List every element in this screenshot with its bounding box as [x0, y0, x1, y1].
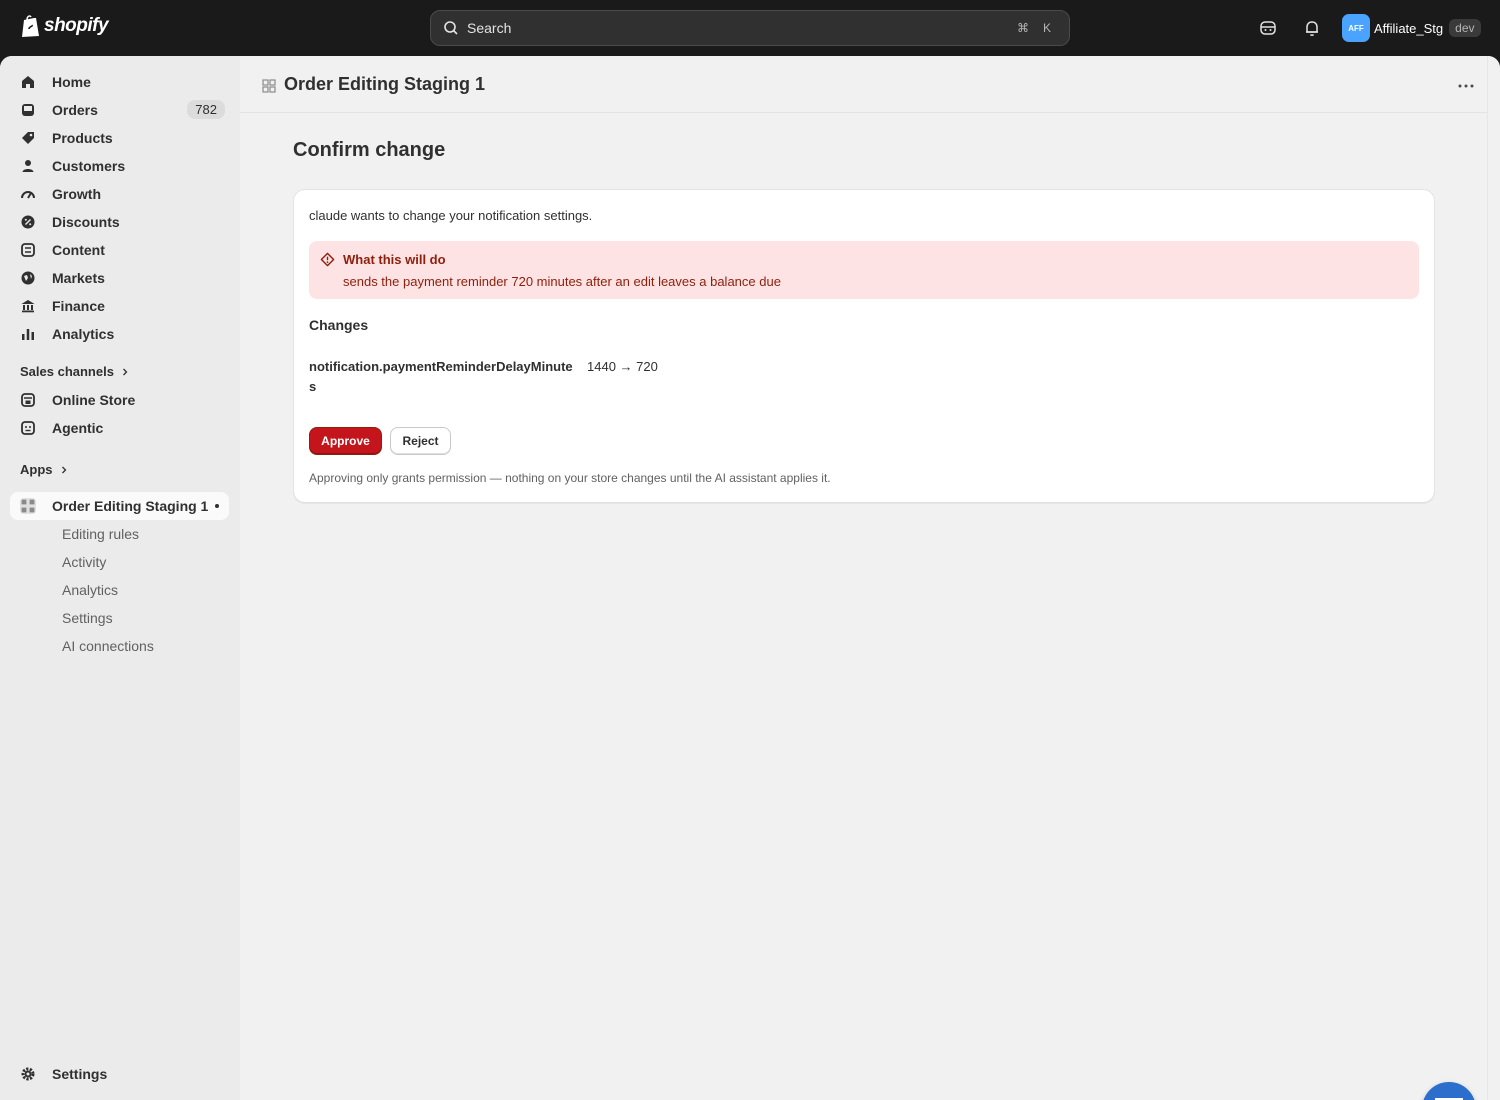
sidebar-item-label: Analytics [52, 326, 115, 342]
shopify-wordmark: shopify [44, 15, 109, 36]
sidebar-item-label: Content [52, 242, 105, 258]
scrollbar[interactable] [1487, 56, 1500, 1100]
globe-icon [21, 271, 35, 285]
shortcut-k-key: K [1042, 21, 1051, 35]
sidebar-item-label: Orders [52, 102, 98, 118]
approval-footnote: Approving only grants permission — nothi… [309, 471, 831, 485]
sidebar-item-online-store[interactable]: Online Store [10, 386, 229, 414]
sales-channels-header[interactable]: Sales channels [20, 364, 130, 379]
app-icon [262, 79, 276, 93]
sidebar-subitem-settings[interactable]: Settings [10, 604, 229, 632]
sidebar-item-finance[interactable]: Finance [10, 292, 229, 320]
store-name: Affiliate_Stg [1374, 20, 1444, 36]
approve-button[interactable]: Approve [309, 427, 382, 455]
sidebar-item-label: Products [52, 130, 113, 146]
banner-title: What this will do [343, 252, 446, 267]
person-icon [22, 160, 34, 172]
search-icon [444, 21, 458, 35]
sidebar-item-home[interactable]: Home [10, 68, 229, 96]
sidebar-subitem-analytics[interactable]: Analytics [10, 576, 229, 604]
sidebar: Home Orders 782 Products Customers Growt… [0, 56, 240, 1100]
sidebar-item-products[interactable]: Products [10, 124, 229, 152]
changes-heading: Changes [309, 317, 369, 333]
admin-frame: Home Orders 782 Products Customers Growt… [0, 56, 1500, 1100]
sidebar-item-growth[interactable]: Growth [10, 180, 229, 208]
sidebar-item-label: Discounts [52, 214, 120, 230]
discount-icon [21, 215, 35, 229]
account-menu[interactable]: AFF Affiliate_Stg dev [1342, 14, 1481, 42]
sidebar-item-discounts[interactable]: Discounts [10, 208, 229, 236]
search-placeholder: Search [467, 20, 512, 36]
bar-chart-icon [22, 329, 34, 340]
banner-text: sends the payment reminder 720 minutes a… [343, 274, 781, 289]
sidebar-item-analytics[interactable]: Analytics [10, 320, 229, 348]
bell-icon[interactable] [1302, 18, 1322, 38]
chat-bubble-icon [1435, 1098, 1463, 1100]
store-icon [21, 393, 35, 407]
sidebar-item-label: Settings [52, 1066, 108, 1082]
changed-field-name: notification.paymentReminderDelayMinutes [309, 359, 573, 394]
sidebar-item-label: Markets [52, 270, 105, 286]
sidebar-item-label: Customers [52, 158, 126, 174]
top-bar: shopify Search ⌘ K AFF Affiliate_Stg dev [0, 0, 1500, 56]
changed-field-value: 1440 → 720 [587, 359, 658, 374]
dev-badge: dev [1449, 19, 1481, 37]
chevron-right-icon [122, 368, 128, 375]
gauge-icon [21, 191, 35, 199]
app-icon [20, 498, 36, 514]
page-title: Confirm change [293, 139, 446, 161]
app-title: Order Editing Staging 1 [284, 74, 486, 94]
avatar: AFF [1342, 14, 1370, 42]
sidebar-item-label: Editing rules [62, 526, 140, 542]
sidebar-item-label: Analytics [62, 582, 119, 598]
sidebar-item-label: Growth [52, 186, 101, 202]
request-description: claude wants to change your notification… [309, 208, 593, 223]
sidebar-item-agentic[interactable]: Agentic [10, 414, 229, 442]
pin-dot [215, 504, 219, 508]
sidebar-item-label: Agentic [52, 420, 104, 436]
sidebar-item-markets[interactable]: Markets [10, 264, 229, 292]
shortcut-mod-key: ⌘ [1017, 21, 1029, 35]
alert-diamond-icon [320, 252, 335, 267]
search-bar[interactable]: Search ⌘ K [430, 10, 1070, 46]
sidebar-item-label: Activity [62, 554, 107, 570]
home-icon [22, 76, 34, 88]
bank-icon [21, 300, 35, 313]
sidebar-item-settings[interactable]: Settings [10, 1060, 229, 1088]
sidebar-subitem-ai-connections[interactable]: AI connections [10, 632, 229, 660]
orders-count-badge: 782 [187, 100, 225, 119]
confirm-change-card: claude wants to change your notification… [293, 189, 1435, 503]
shopify-bag-icon [22, 15, 39, 37]
sidebar-subitem-activity[interactable]: Activity [10, 548, 229, 576]
sidebar-subitem-editing-rules[interactable]: Editing rules [10, 520, 229, 548]
inbox-icon [22, 104, 34, 116]
sidebar-item-content[interactable]: Content [10, 236, 229, 264]
sidebar-item-label: Home [52, 74, 91, 90]
sidebar-item-label: Finance [52, 298, 105, 314]
app-title-bar: Order Editing Staging 1 [240, 56, 1487, 113]
sidebar-item-orders[interactable]: Orders 782 [10, 96, 229, 124]
agent-icon [21, 421, 35, 435]
ellipsis-icon [1458, 84, 1474, 88]
apps-header[interactable]: Apps [20, 462, 69, 477]
sidebar-item-label: Settings [62, 610, 113, 626]
critical-banner: What this will do sends the payment remi… [309, 241, 1419, 299]
more-actions-button[interactable] [1454, 76, 1478, 96]
reject-button[interactable]: Reject [390, 427, 451, 455]
sidebar-item-label: Online Store [52, 392, 136, 408]
sales-channels-label: Sales channels [20, 364, 114, 379]
chevron-right-icon [61, 466, 66, 473]
tag-icon [22, 132, 34, 144]
gear-icon [21, 1067, 35, 1081]
content-icon [21, 243, 35, 257]
shopify-logo[interactable]: shopify [20, 14, 109, 38]
sidebar-item-label: Order Editing Staging 1 [52, 498, 209, 514]
sidebar-item-customers[interactable]: Customers [10, 152, 229, 180]
main-content: Order Editing Staging 1 Confirm change c… [240, 56, 1500, 1100]
apps-label: Apps [20, 462, 53, 477]
sidebar-item-order-editing-app[interactable]: Order Editing Staging 1 [10, 492, 229, 520]
sidekick-icon[interactable] [1258, 18, 1278, 38]
sidebar-item-label: AI connections [62, 638, 154, 654]
